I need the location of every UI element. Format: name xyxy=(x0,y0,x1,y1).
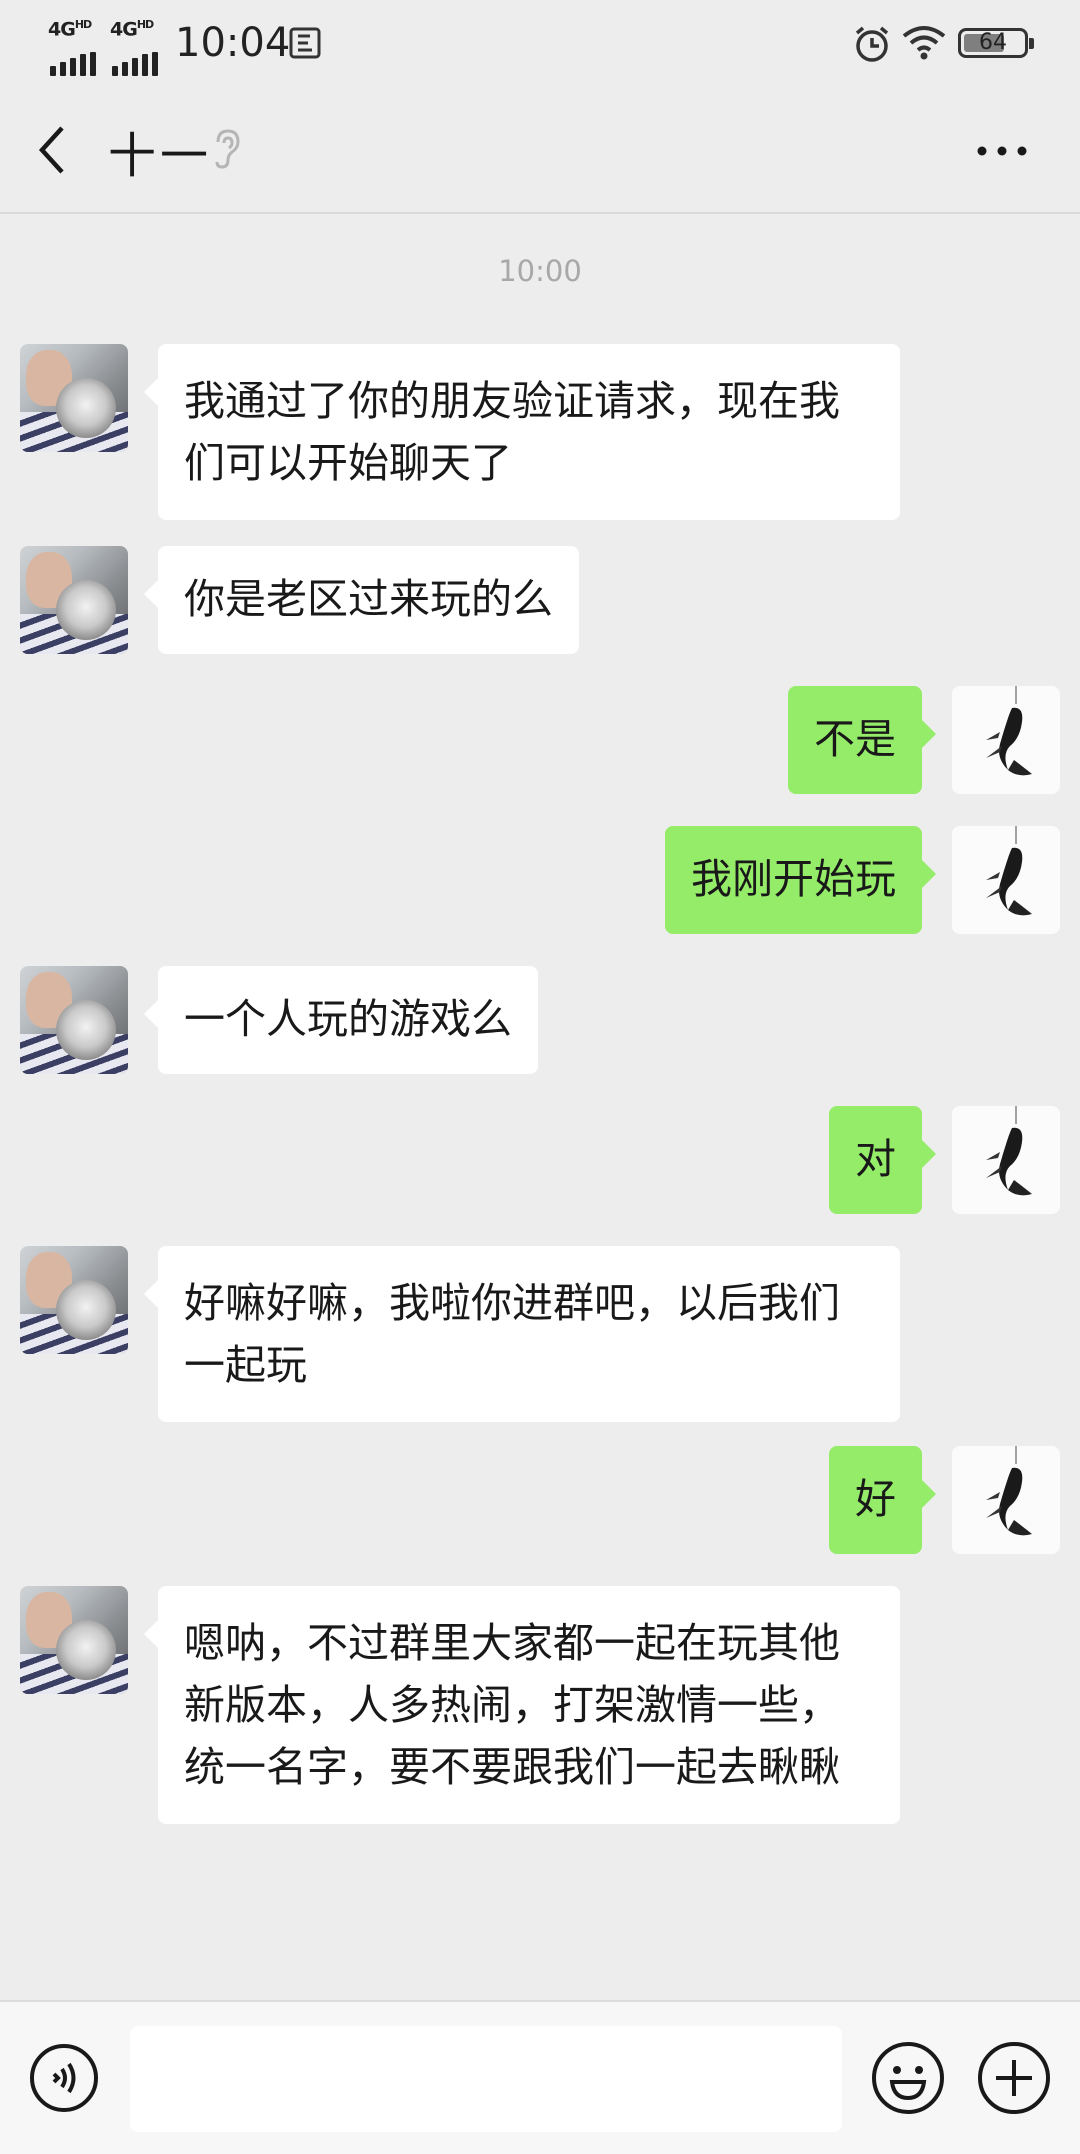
koi-fish-icon xyxy=(986,826,1032,916)
ear-icon xyxy=(215,129,240,169)
koi-fish-icon xyxy=(986,686,1032,776)
chat-title: 十一 xyxy=(108,128,213,184)
signal-2-sup: HD xyxy=(136,18,154,31)
contact-avatar[interactable] xyxy=(20,1246,128,1354)
chat-timestamp: 10:00 xyxy=(498,254,582,288)
signal-strength-2: 4GHD xyxy=(110,18,170,76)
koi-fish-icon xyxy=(986,1446,1032,1536)
outgoing-message-bubble[interactable]: 对 xyxy=(829,1106,936,1214)
battery-icon: 64 xyxy=(958,28,1034,58)
status-time: 10:04 xyxy=(175,20,291,66)
incoming-message-bubble[interactable]: 你是老区过来玩的么 xyxy=(144,546,579,654)
contact-avatar[interactable] xyxy=(20,1586,128,1694)
signal-2-label: 4G xyxy=(110,18,138,41)
outgoing-message-bubble[interactable]: 我刚开始玩 xyxy=(665,826,936,934)
incoming-message-bubble[interactable]: 嗯呐，不过群里大家都一起在玩其他新版本，人多热闹，打架激情一些，统一名字，要不要… xyxy=(144,1586,900,1824)
alarm-icon xyxy=(855,26,889,62)
status-bar: 4GHD 4GHD 10:04 64 xyxy=(0,0,1080,90)
input-bar xyxy=(0,2000,1080,2154)
signal-strength-1: 4GHD xyxy=(48,18,108,76)
chat-header: 十一 xyxy=(0,90,1080,214)
signal-1-sup: HD xyxy=(74,18,92,31)
outgoing-message-bubble[interactable]: 好 xyxy=(829,1446,936,1554)
voice-icon[interactable] xyxy=(28,2042,100,2114)
outgoing-message-bubble[interactable]: 不是 xyxy=(788,686,936,794)
contact-avatar[interactable] xyxy=(20,344,128,452)
contact-avatar[interactable] xyxy=(20,966,128,1074)
contact-avatar[interactable] xyxy=(20,546,128,654)
plus-icon[interactable] xyxy=(976,2040,1052,2116)
incoming-message-bubble[interactable]: 我通过了你的朋友验证请求，现在我们可以开始聊天了 xyxy=(144,344,900,520)
wifi-icon xyxy=(902,26,946,60)
my-avatar[interactable] xyxy=(952,826,1060,934)
signal-1-label: 4G xyxy=(48,18,76,41)
my-avatar[interactable] xyxy=(952,686,1060,794)
back-arrow-icon[interactable] xyxy=(30,120,80,180)
my-avatar[interactable] xyxy=(952,1106,1060,1214)
message-input[interactable] xyxy=(130,2026,842,2132)
screenshot-icon xyxy=(289,27,321,59)
incoming-message-bubble[interactable]: 一个人玩的游戏么 xyxy=(144,966,538,1074)
battery-level: 64 xyxy=(979,30,1007,55)
incoming-message-bubble[interactable]: 好嘛好嘛，我啦你进群吧，以后我们一起玩 xyxy=(144,1246,900,1422)
more-dots-icon[interactable] xyxy=(972,126,1032,176)
koi-fish-icon xyxy=(986,1106,1032,1196)
emoji-icon[interactable] xyxy=(870,2040,946,2116)
my-avatar[interactable] xyxy=(952,1446,1060,1554)
